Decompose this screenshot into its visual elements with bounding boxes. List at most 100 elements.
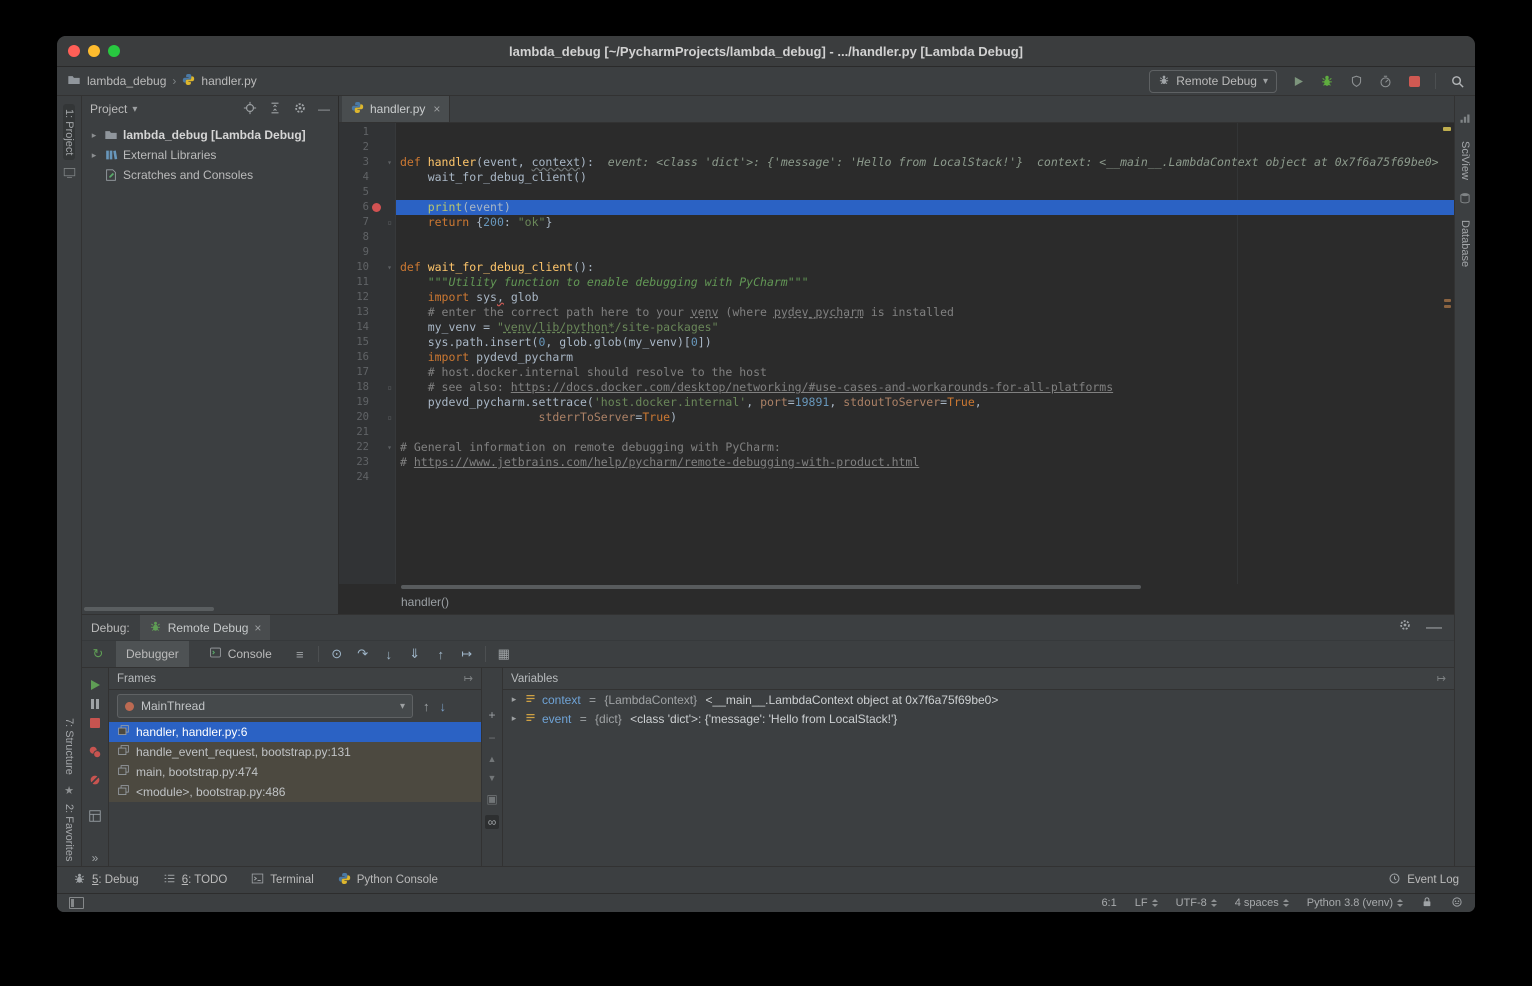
tool-window-switcher-icon[interactable] (69, 897, 84, 909)
line-number[interactable]: 4 (339, 170, 369, 185)
fold-marker-icon[interactable] (383, 455, 396, 470)
chevron-right-icon[interactable]: ▸ (89, 150, 99, 161)
interpreter-widget[interactable]: Python 3.8 (venv) (1307, 897, 1403, 909)
hide-tool-window-button[interactable]: — (318, 102, 330, 116)
gutter-marker-area[interactable] (369, 440, 383, 455)
gutter-marker-area[interactable] (369, 185, 383, 200)
line-number[interactable]: 10 (339, 260, 369, 275)
move-watch-up-button[interactable]: ▲ (488, 754, 497, 764)
line-number[interactable]: 1 (339, 125, 369, 140)
debug-session-tab[interactable]: Remote Debug × (140, 615, 271, 640)
gutter-marker-area[interactable] (369, 155, 383, 170)
settings-gear-icon[interactable] (1398, 618, 1412, 637)
run-to-cursor-button[interactable]: ↦ (459, 646, 475, 662)
pause-button[interactable] (91, 699, 99, 709)
fold-marker-icon[interactable] (383, 365, 396, 380)
fold-marker-icon[interactable] (383, 125, 396, 140)
line-number[interactable]: 22 (339, 440, 369, 455)
line-number[interactable]: 18 (339, 380, 369, 395)
line-number[interactable]: 16 (339, 350, 369, 365)
line-number[interactable]: 15 (339, 335, 369, 350)
close-session-icon[interactable]: × (254, 621, 261, 635)
fold-marker-icon[interactable]: ▾ (383, 155, 396, 170)
pin-pane-icon[interactable]: ↦ (464, 672, 473, 685)
search-everywhere-button[interactable] (1449, 73, 1465, 89)
line-number[interactable]: 3 (339, 155, 369, 170)
gutter-marker-area[interactable] (369, 335, 383, 350)
fold-marker-icon[interactable] (383, 200, 396, 215)
next-frame-button[interactable]: ↓ (440, 699, 447, 714)
breadcrumb-project[interactable]: lambda_debug (87, 74, 166, 88)
fold-marker-icon[interactable] (383, 170, 396, 185)
stack-frame-item[interactable]: <module>, bootstrap.py:486 (109, 782, 481, 802)
fold-marker-icon[interactable]: ▫ (383, 215, 396, 230)
scrollbar-thumb[interactable] (401, 585, 1141, 589)
tool-stripe-project[interactable]: 1: Project (63, 104, 75, 160)
line-number[interactable]: 5 (339, 185, 369, 200)
error-stripe-mark[interactable] (1444, 305, 1451, 308)
line-number[interactable]: 21 (339, 425, 369, 440)
collapse-all-button[interactable] (268, 101, 282, 118)
stop-button[interactable] (1406, 73, 1422, 89)
more-actions-button[interactable]: » (92, 851, 99, 865)
stack-frame-item[interactable]: handle_event_request, bootstrap.py:131 (109, 742, 481, 762)
tab-debugger[interactable]: Debugger (116, 641, 189, 667)
encoding-widget[interactable]: UTF-8 (1176, 897, 1217, 909)
lock-icon[interactable] (1421, 896, 1433, 911)
threads-view-button[interactable]: ▦ (496, 646, 512, 662)
fold-marker-icon[interactable] (383, 335, 396, 350)
step-out-button[interactable]: ↑ (433, 647, 449, 662)
database-icon[interactable] (1459, 191, 1471, 209)
tool-stripe-favorites[interactable]: 2: Favorites (63, 799, 75, 866)
line-number[interactable]: 11 (339, 275, 369, 290)
force-step-into-button[interactable]: ⇓ (407, 646, 423, 662)
move-watch-down-button[interactable]: ▼ (488, 773, 497, 783)
gutter-marker-area[interactable] (369, 260, 383, 275)
gutter-marker-area[interactable] (369, 350, 383, 365)
thread-selector[interactable]: MainThread ▾ (117, 694, 413, 718)
fold-marker-icon[interactable] (383, 290, 396, 305)
gutter-marker-area[interactable] (369, 380, 383, 395)
gutter-marker-area[interactable] (369, 410, 383, 425)
project-tree-item[interactable]: ▸lambda_debug [Lambda Debug] (82, 125, 338, 145)
tool-window-button--todo[interactable]: 6: TODO (163, 872, 228, 888)
gutter-marker-area[interactable] (369, 365, 383, 380)
line-number[interactable]: 6 (339, 200, 369, 215)
line-number[interactable]: 23 (339, 455, 369, 470)
gutter-marker-area[interactable] (369, 470, 383, 485)
line-number[interactable]: 17 (339, 365, 369, 380)
view-breakpoints-button[interactable] (88, 745, 102, 764)
gutter-marker-area[interactable] (369, 200, 383, 215)
tool-stripe-structure[interactable]: 7: Structure (63, 713, 75, 780)
run-button[interactable] (1290, 73, 1306, 89)
event-log-button[interactable]: Event Log (1388, 872, 1459, 888)
locate-file-button[interactable] (243, 101, 257, 118)
commander-icon[interactable] (63, 166, 76, 184)
duplicate-watch-button[interactable]: ▣ (486, 792, 497, 806)
highlighting-level-icon[interactable] (1451, 896, 1463, 911)
project-horizontal-scrollbar[interactable] (84, 607, 214, 611)
sciview-icon[interactable] (1459, 112, 1471, 130)
fold-marker-icon[interactable]: ▾ (383, 440, 396, 455)
variable-item[interactable]: ▸context = {LambdaContext} <__main__.Lam… (503, 690, 1454, 709)
debug-button[interactable] (1319, 73, 1335, 89)
gutter-marker-area[interactable] (369, 290, 383, 305)
pin-pane-icon[interactable]: ↦ (1437, 672, 1446, 685)
fold-marker-icon[interactable]: ▫ (383, 410, 396, 425)
editor-horizontal-scrollbar[interactable] (339, 584, 1454, 590)
expand-chevron-icon[interactable]: ▸ (509, 694, 519, 705)
show-execution-point-button[interactable]: ⊙ (329, 646, 345, 662)
tool-stripe-sciview[interactable]: SciView (1459, 136, 1471, 185)
fold-marker-icon[interactable]: ▫ (383, 380, 396, 395)
project-tree-item[interactable]: ▸External Libraries (82, 145, 338, 165)
fold-marker-icon[interactable] (383, 305, 396, 320)
layout-settings-icon[interactable]: ≡ (292, 647, 308, 662)
step-over-button[interactable]: ↷ (355, 646, 371, 662)
gutter-marker-area[interactable] (369, 455, 383, 470)
line-number[interactable]: 19 (339, 395, 369, 410)
stack-frame-item[interactable]: main, bootstrap.py:474 (109, 762, 481, 782)
line-number[interactable]: 24 (339, 470, 369, 485)
line-number[interactable]: 7 (339, 215, 369, 230)
hide-tool-window-button[interactable]: — (1426, 619, 1442, 637)
fold-marker-icon[interactable] (383, 320, 396, 335)
